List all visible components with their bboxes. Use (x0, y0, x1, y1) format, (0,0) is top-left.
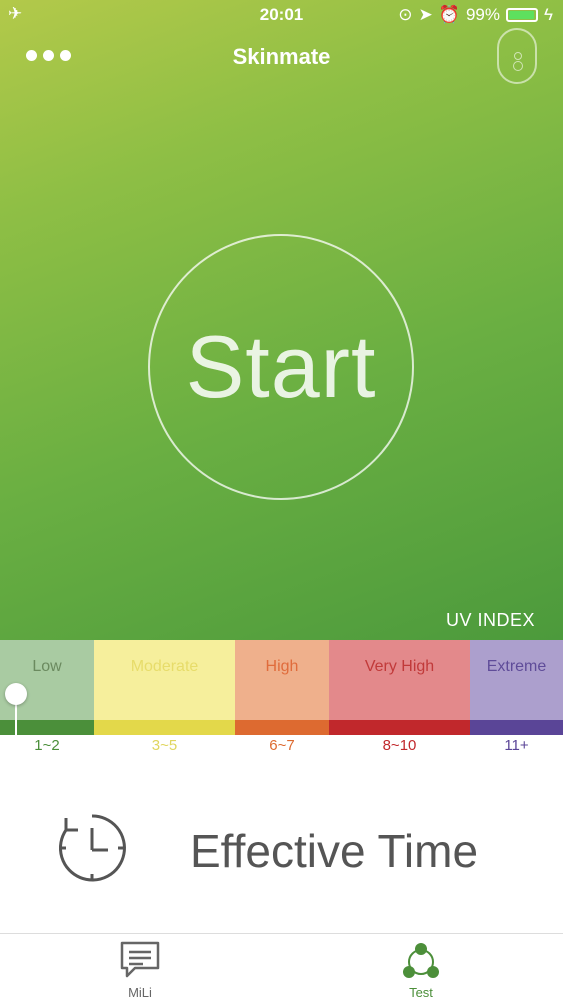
effective-time-label: Effective Time (190, 825, 479, 877)
uv-bar-extreme (470, 720, 563, 735)
uv-range-very-high: 8~10 (382, 737, 417, 754)
tab-test-label: Test (409, 985, 433, 1000)
uv-level-high[interactable]: High (235, 640, 329, 720)
uv-bar-high (235, 720, 329, 735)
chat-icon (120, 941, 160, 978)
uv-range-extreme: 11+ (504, 737, 529, 754)
uv-slider-track (15, 700, 17, 735)
uv-level-extreme[interactable]: Extreme (470, 640, 563, 720)
status-bar: ✈ 20:01 ⊙ ➤ ⏰ 99% ϟ (0, 0, 563, 30)
uv-level-moderate[interactable]: Moderate (94, 640, 235, 720)
uv-bar-moderate (94, 720, 235, 735)
nav-bar: Skinmate (0, 28, 563, 84)
tab-mili-label: MiLi (128, 985, 152, 1000)
battery-percentage: 99% (465, 5, 500, 24)
uv-level-very-high[interactable]: Very High (329, 640, 470, 720)
molecule-icon (403, 943, 439, 978)
tab-bar: MiLi Test (0, 933, 563, 1001)
start-label: Start (185, 317, 377, 416)
uv-bar-very-high (329, 720, 470, 735)
uv-range-low: 1~2 (34, 737, 60, 754)
start-button[interactable]: Start (148, 234, 414, 500)
effective-time-section: Effective Time (0, 810, 563, 890)
alarm-icon: ⏰ (438, 5, 460, 24)
uv-range-high: 6~7 (269, 737, 295, 754)
uv-slider-knob[interactable] (5, 683, 27, 705)
clock-icon (58, 814, 126, 882)
uv-range-moderate: 3~5 (151, 737, 178, 754)
device-icon[interactable] (497, 28, 537, 84)
tab-test[interactable]: Test (381, 940, 461, 1000)
uv-index-heading: UV INDEX (445, 610, 535, 630)
uv-ranges: 1~2 3~5 6~7 8~10 11+ (0, 735, 563, 757)
uv-color-bars (0, 720, 563, 735)
uv-level-row: Low Moderate High Very High Extreme (0, 640, 563, 720)
location-icon: ➤ (418, 5, 433, 24)
page-title: Skinmate (232, 44, 331, 69)
battery-icon (506, 8, 538, 22)
rotation-lock-icon: ⊙ (398, 5, 413, 24)
tab-mili[interactable]: MiLi (100, 940, 180, 1000)
charging-icon: ϟ (544, 5, 553, 24)
